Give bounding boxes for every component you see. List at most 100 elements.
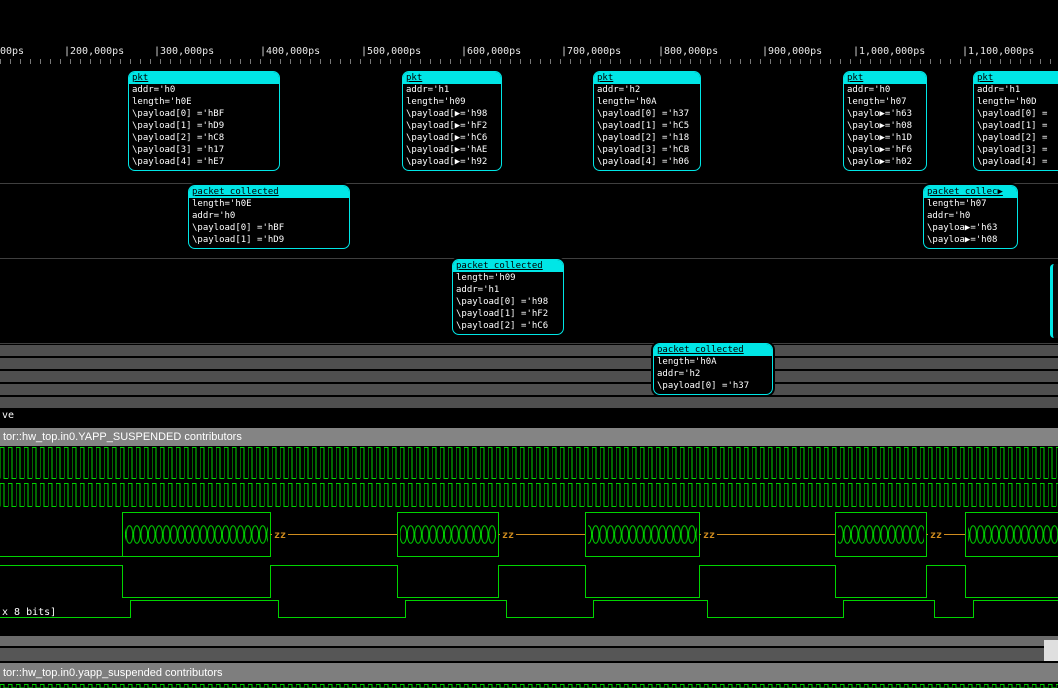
popup-field: \payloa▶='h63	[924, 222, 1017, 234]
suspended-band-bottom-label: tor::hw_top.in0.yapp_suspended contribut…	[3, 667, 223, 679]
clock-wave-2[interactable]	[0, 482, 1058, 508]
popup-field: length='h0E	[189, 198, 349, 210]
popup-title[interactable]: pkt	[129, 72, 279, 84]
popup-field: \payload[▶='hF2	[403, 120, 501, 132]
bus-z-label: zz	[930, 530, 942, 541]
popup-field: addr='h2	[654, 368, 772, 380]
popup-field: \payloa▶='h08	[924, 234, 1017, 246]
popup-field: addr='h2	[594, 84, 700, 96]
popup-field: \payload[▶='h98	[403, 108, 501, 120]
suspended-band-top-label: tor::hw_top.in0.YAPP_SUSPENDED contribut…	[3, 431, 242, 443]
popup-packet-collected[interactable]: packet_collectedlength='h09addr='h1\payl…	[452, 259, 564, 335]
popup-field: \payload[4] ='hE7	[129, 156, 279, 168]
popup-pkt[interactable]: pktaddr='h1length='h0D\payload[0] =\payl…	[973, 71, 1058, 171]
timeline-label: 00ps	[0, 46, 24, 57]
popup-field: \payload[0] ='h98	[453, 296, 563, 308]
popup-field: \paylo▶='h02	[844, 156, 926, 168]
timeline-ruler[interactable]: 00ps|200,000ps|300,000ps|400,000ps|500,0…	[0, 0, 1058, 65]
popup-title[interactable]: pkt	[594, 72, 700, 84]
popup-field: \payload[▶='hC6	[403, 132, 501, 144]
signal-wave-1[interactable]	[0, 566, 1058, 598]
popup-title[interactable]: packet_collected	[453, 260, 563, 272]
popup-pkt[interactable]: pktaddr='h0length='h07\paylo▶='h63\paylo…	[843, 71, 927, 171]
suspended-band-top[interactable]: tor::hw_top.in0.YAPP_SUSPENDED contribut…	[0, 428, 1058, 446]
bus-wave[interactable]: zz zz zz zz	[0, 513, 1058, 557]
popup-pkt[interactable]: pktaddr='h2length='h0A\payload[0] ='h37\…	[593, 71, 701, 171]
group-strip[interactable]	[0, 636, 1058, 646]
collapsed-group-rows[interactable]	[0, 345, 1058, 409]
row-separator	[0, 343, 1058, 344]
popup-field: \payload[▶='hAE	[403, 144, 501, 156]
bus-burst-values	[125, 525, 268, 544]
popup-field: \payload[2] ='h18	[594, 132, 700, 144]
popup-pkt[interactable]: pktaddr='h1length='h09\payload[▶='h98\pa…	[402, 71, 502, 171]
popup-field: \payload[1] =	[974, 120, 1058, 132]
popup-field: addr='h0	[924, 210, 1017, 222]
popup-field: \payload[3] ='h17	[129, 144, 279, 156]
popup-field: addr='h1	[403, 84, 501, 96]
popup-field: \payload[1] ='hF2	[453, 308, 563, 320]
popup-title[interactable]: packet_collected	[189, 186, 349, 198]
popup-field: \payload[▶='h92	[403, 156, 501, 168]
popup-field: \payload[1] ='hD9	[189, 234, 349, 246]
popup-title[interactable]: pkt	[844, 72, 926, 84]
popup-packet-collected[interactable]: packet_collectedlength='h0Eaddr='h0\payl…	[188, 185, 350, 249]
popup-field: \payload[0] =	[974, 108, 1058, 120]
waveform-canvas[interactable]: zz zz zz zz	[0, 445, 1058, 625]
popup-field: \payload[1] ='hD9	[129, 120, 279, 132]
popup-field: length='h0A	[654, 356, 772, 368]
timeline-label: |200,000ps	[64, 46, 124, 57]
popup-field: \paylo▶='h63	[844, 108, 926, 120]
row-separator	[0, 183, 1058, 184]
timeline-label: |500,000ps	[361, 46, 421, 57]
popup-field: addr='h1	[974, 84, 1058, 96]
timeline-label: |600,000ps	[461, 46, 521, 57]
popup-field: \payload[1] ='hC5	[594, 120, 700, 132]
popup-field: length='h09	[453, 272, 563, 284]
popup-packet-collected[interactable]: packet_collectedlength='h0Aaddr='h2\payl…	[653, 343, 773, 395]
popup-field: \payload[3] =	[974, 144, 1058, 156]
popup-field: length='h0E	[129, 96, 279, 108]
suspended-band-bottom[interactable]: tor::hw_top.in0.yapp_suspended contribut…	[0, 663, 1058, 682]
signal-wave-2[interactable]	[0, 601, 1058, 618]
popup-edge-sliver[interactable]	[1050, 264, 1058, 338]
bottom-clock-sliver[interactable]	[0, 683, 1058, 688]
popup-field: \paylo▶='h08	[844, 120, 926, 132]
timeline-label: |1,100,000ps	[962, 46, 1034, 57]
popup-field: \payload[0] ='h37	[594, 108, 700, 120]
popup-pkt[interactable]: pktaddr='h0length='h0E\payload[0] ='hBF\…	[128, 71, 280, 171]
popup-field: length='h07	[844, 96, 926, 108]
bus-burst-values	[400, 525, 496, 544]
timeline-label: |300,000ps	[154, 46, 214, 57]
popup-field: length='h0D	[974, 96, 1058, 108]
popup-field: \payload[2] =	[974, 132, 1058, 144]
group-strip[interactable]	[0, 648, 1058, 661]
popup-field: \payload[3] ='hCB	[594, 144, 700, 156]
popup-field: \payload[0] ='hBF	[129, 108, 279, 120]
bus-z-label: zz	[274, 530, 286, 541]
bus-burst-values	[968, 525, 1058, 544]
bus-burst-values	[838, 525, 924, 544]
popup-packet-collected[interactable]: packet_collec▶length='h07addr='h0\payloa…	[923, 185, 1018, 249]
popup-field: \paylo▶='hF6	[844, 144, 926, 156]
popup-field: addr='h0	[129, 84, 279, 96]
popup-field: \payload[4] =	[974, 156, 1058, 168]
scroll-corner	[1044, 640, 1058, 661]
bus-z-label: zz	[703, 530, 715, 541]
popup-field: \payload[2] ='hC8	[129, 132, 279, 144]
popup-title[interactable]: pkt	[974, 72, 1058, 84]
popup-title[interactable]: pkt	[403, 72, 501, 84]
timeline-label: |1,000,000ps	[853, 46, 925, 57]
bits-label: x 8 bits]	[2, 607, 56, 618]
bus-z-label: zz	[502, 530, 514, 541]
popup-field: \payload[2] ='hC6	[453, 320, 563, 332]
clock-wave-1[interactable]	[0, 445, 1058, 481]
popup-title[interactable]: packet_collec▶	[924, 186, 1017, 198]
popup-title[interactable]: packet_collected	[654, 344, 772, 356]
timeline-label: |700,000ps	[561, 46, 621, 57]
popup-field: \payload[0] ='h37	[654, 380, 772, 392]
popup-field: length='h0A	[594, 96, 700, 108]
waveform-viewer: 00ps|200,000ps|300,000ps|400,000ps|500,0…	[0, 0, 1058, 688]
timeline-minor-ticks	[0, 59, 1058, 64]
popup-field: addr='h1	[453, 284, 563, 296]
